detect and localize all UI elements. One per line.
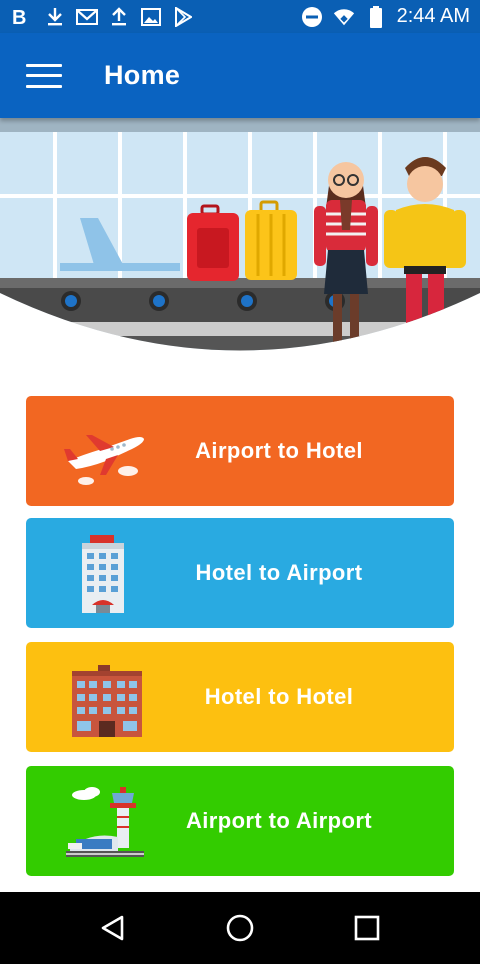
airport-to-hotel-button[interactable]: Airport to Hotel <box>26 396 454 506</box>
recents-icon[interactable] <box>347 908 387 948</box>
system-nav-bar <box>0 892 480 964</box>
hotel-to-hotel-label: Hotel to Hotel <box>204 684 354 709</box>
download-icon <box>44 6 66 28</box>
back-icon[interactable] <box>93 908 133 948</box>
do-not-disturb-icon <box>301 6 323 28</box>
hotel-to-airport-label: Hotel to Airport <box>195 560 363 585</box>
hamburger-menu-icon[interactable] <box>26 63 62 88</box>
home-icon[interactable] <box>220 908 260 948</box>
airport-to-hotel-label: Airport to Hotel <box>195 438 363 463</box>
airport-to-airport-label: Airport to Airport <box>185 808 373 833</box>
hero-illustration <box>0 118 480 370</box>
page-title: Home <box>104 60 181 90</box>
image-icon <box>140 6 162 28</box>
battery-icon <box>365 5 387 28</box>
hotel-to-hotel-button[interactable]: Hotel to Hotel <box>26 642 454 752</box>
play-store-icon <box>172 6 194 28</box>
status-time: 2:44 AM <box>396 5 470 27</box>
hotel-to-airport-button[interactable]: Hotel to Airport <box>26 518 454 628</box>
status-right-icons: 2:44 AM <box>301 5 470 28</box>
svg-text:B: B <box>12 8 26 26</box>
app-bar: Home <box>0 33 480 118</box>
wifi-icon <box>333 6 355 28</box>
b-app-icon: B <box>12 6 34 28</box>
status-left-icons: B <box>12 6 194 28</box>
airport-to-airport-button[interactable]: Airport to Airport <box>26 766 454 876</box>
gmail-icon <box>76 6 98 28</box>
upload-icon <box>108 6 130 28</box>
status-bar: B 2:44 AM <box>0 0 480 33</box>
